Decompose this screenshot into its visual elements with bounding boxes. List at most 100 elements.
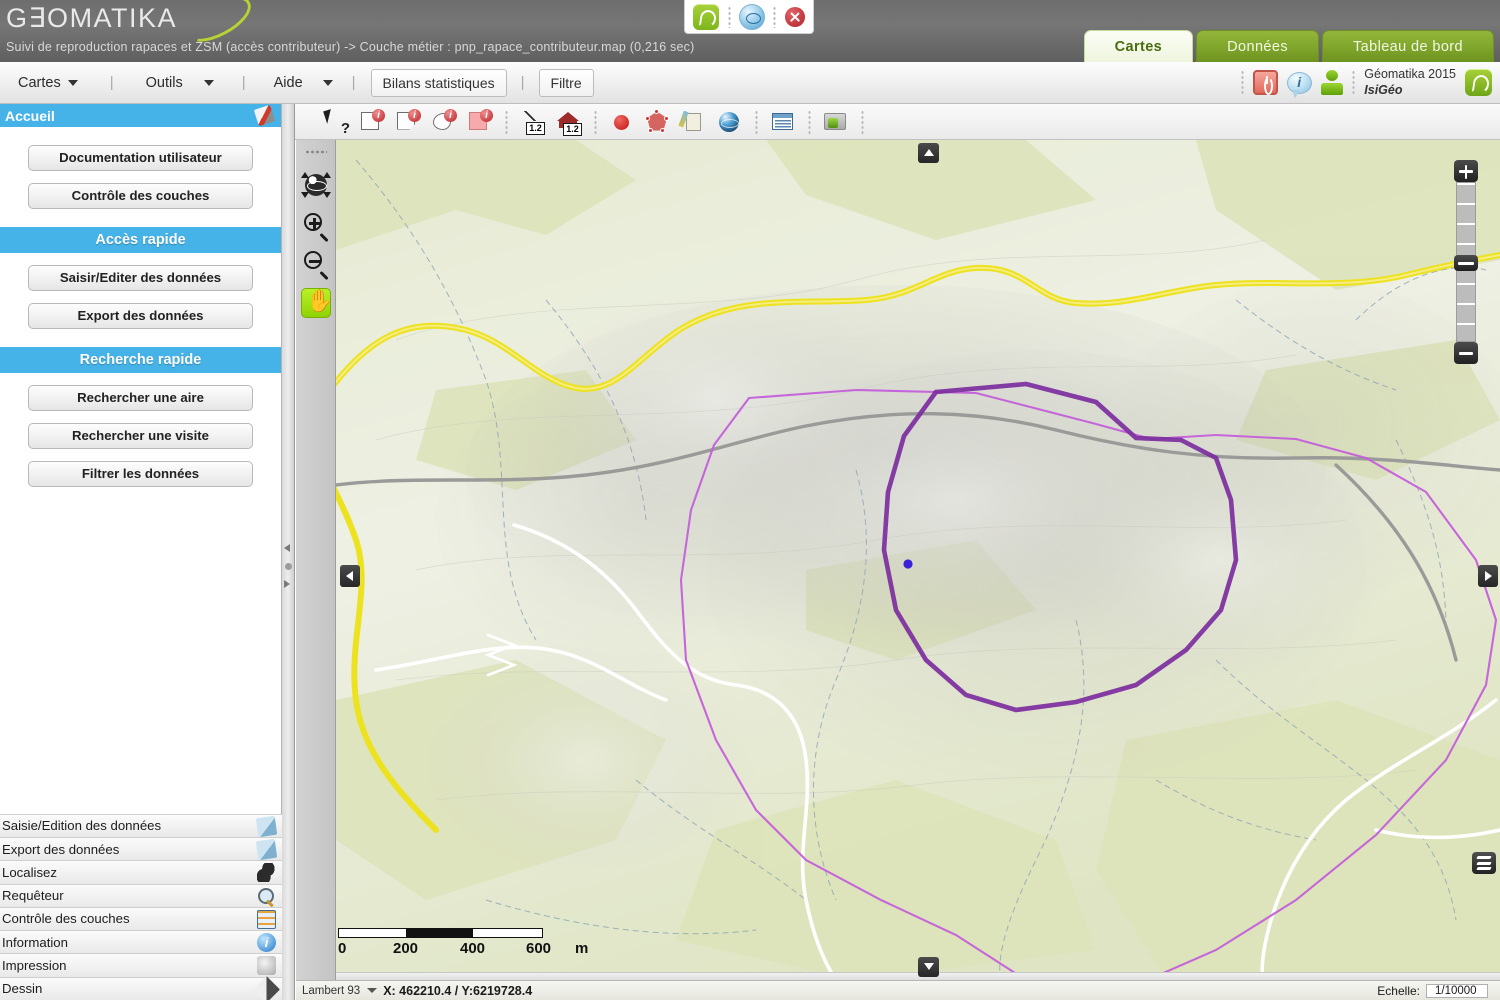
pin-icon[interactable]	[253, 104, 276, 127]
center-floating-toolbar	[684, 0, 814, 34]
leaf-green-icon[interactable]	[693, 3, 720, 30]
controle-des-couches-button[interactable]: Contrôle des couches	[28, 183, 253, 209]
minus-horizontal-bar	[1459, 352, 1473, 355]
power-icon[interactable]	[1253, 70, 1279, 95]
magnifier-glyph	[304, 251, 322, 269]
chevron-down-icon	[367, 988, 378, 993]
export-des-donnees-button[interactable]: Export des données	[28, 303, 253, 329]
list-item[interactable]: Requêteur	[0, 883, 282, 907]
map-tools-left	[296, 140, 336, 980]
attribute-table-tool[interactable]	[770, 109, 796, 135]
filtre-button[interactable]: Filtre	[538, 68, 594, 97]
list-item[interactable]: Localisez	[0, 860, 282, 884]
pencil-blue-icon	[255, 815, 278, 837]
close-red-icon[interactable]	[784, 6, 805, 27]
info-rectangle-tool[interactable]: i	[359, 108, 385, 135]
globe-tool[interactable]	[717, 109, 743, 135]
plus-bar	[313, 218, 316, 229]
select-pointer-tool[interactable]	[323, 109, 350, 137]
zoom-in-button[interactable]	[1454, 160, 1478, 182]
list-item[interactable]: Dessin	[0, 975, 282, 1000]
map-canvas[interactable]	[336, 140, 1500, 980]
scale-control: Echelle: 1/10000	[1377, 983, 1494, 998]
zoom-out-button[interactable]	[1454, 342, 1478, 364]
tab-cartes[interactable]: Cartes	[1083, 30, 1194, 62]
scale-value[interactable]: 1/10000	[1426, 983, 1488, 998]
measure-area-tool[interactable]: 1.2	[556, 109, 582, 136]
list-item[interactable]: Contrôle des couches	[0, 906, 282, 931]
layer-sheet	[1476, 867, 1492, 870]
folder-export-tool[interactable]	[823, 109, 849, 135]
map-horizontal-scrollbar[interactable]	[296, 972, 1500, 980]
rechercher-une-visite-button[interactable]: Rechercher une visite	[28, 423, 253, 449]
zoom-out-icon[interactable]	[301, 248, 331, 281]
nest-point-marker	[903, 559, 913, 569]
layers-icon[interactable]	[1472, 852, 1496, 874]
tools-grip-dots	[305, 150, 327, 154]
rechercher-une-aire-button[interactable]: Rechercher une aire	[28, 385, 253, 411]
collapse-left-icon[interactable]	[284, 544, 290, 552]
pan-up-button[interactable]	[918, 143, 939, 163]
leaf-green-icon[interactable]	[1465, 69, 1492, 96]
toolbar-separator	[594, 109, 597, 134]
annotate-tool[interactable]	[678, 109, 707, 135]
zoom-slider-thumb[interactable]	[1454, 255, 1478, 271]
menu-outils[interactable]: Outils	[142, 75, 218, 91]
list-item[interactable]: Saisie/Edition des données	[0, 813, 282, 837]
list-item[interactable]: Impression	[0, 953, 282, 977]
globe-blue-icon[interactable]	[738, 3, 765, 30]
vertex-handle	[648, 127, 653, 133]
info-fill-tool[interactable]: i	[467, 108, 493, 135]
scalebar-unit: m	[575, 940, 589, 957]
point-add-tool[interactable]	[609, 109, 635, 135]
info-bubble-icon[interactable]	[1287, 71, 1313, 94]
filtrer-les-donnees-button[interactable]: Filtrer les données	[28, 461, 253, 487]
scale-label: Echelle:	[1377, 983, 1420, 998]
layers-list-icon	[257, 909, 276, 929]
collapse-right-icon[interactable]	[284, 580, 290, 588]
toolbar-dot-separator	[773, 5, 777, 28]
menu-aide[interactable]: Aide	[270, 75, 337, 91]
measure-line-tool[interactable]: 1.2	[520, 109, 546, 135]
menubar-right-group: Géomatika 2015 IsiGéo	[1241, 67, 1500, 98]
menu-separator: |	[520, 74, 525, 91]
zoom-slider[interactable]	[1454, 160, 1478, 364]
minus-bar	[309, 260, 320, 263]
user-icon[interactable]	[1321, 70, 1344, 95]
zoom-in-icon[interactable]	[301, 210, 331, 243]
pan-left-button[interactable]	[340, 565, 360, 587]
coordinates-readout: X: 462210.4 / Y:6219728.4	[383, 983, 533, 998]
toolbar-separator	[861, 109, 864, 134]
list-item[interactable]: Export des données	[0, 836, 282, 861]
tab-tableau-de-bord[interactable]: Tableau de bord	[1322, 30, 1494, 62]
bilans-statistiques-button[interactable]: Bilans statistiques	[370, 68, 507, 97]
layer-sheet	[1476, 861, 1492, 865]
documentation-utilisateur-button[interactable]: Documentation utilisateur	[28, 145, 253, 171]
info-circle-tool[interactable]: i	[431, 108, 457, 135]
list-item-label: Information	[2, 934, 68, 950]
pan-hand-icon[interactable]	[301, 288, 333, 318]
globe-extent-icon[interactable]	[301, 170, 331, 200]
map-container[interactable]: 0 200 400 600 m	[296, 140, 1500, 980]
app-subtitle: Suivi de reproduction rapaces et ZSM (ac…	[6, 40, 695, 54]
folder-icon	[824, 112, 846, 130]
pan-right-button[interactable]	[1478, 565, 1498, 587]
saisir-editer-donnees-button[interactable]: Saisir/Editer des données	[28, 265, 253, 291]
notepad-icon	[686, 112, 701, 131]
menu-cartes[interactable]: Cartes	[14, 75, 82, 91]
info-badge-icon: i	[480, 108, 493, 122]
menu-separator: |	[109, 74, 114, 91]
projection-select[interactable]: Lambert 93	[302, 985, 378, 997]
arrow-right-icon	[1485, 571, 1492, 581]
magnifier-handle	[319, 270, 329, 281]
arrow-down-icon	[924, 963, 934, 970]
printer-icon	[257, 956, 276, 976]
tab-donnees[interactable]: Données	[1196, 30, 1319, 62]
info-polygon-tool[interactable]: i	[395, 108, 421, 135]
magnifier-glyph	[304, 213, 322, 231]
sidebar-resize-handle[interactable]	[282, 104, 295, 1000]
pan-down-button[interactable]	[918, 957, 939, 977]
vertex-handle	[664, 115, 669, 121]
polygon-edit-tool[interactable]	[645, 108, 671, 135]
list-item[interactable]: Information i	[0, 930, 282, 954]
